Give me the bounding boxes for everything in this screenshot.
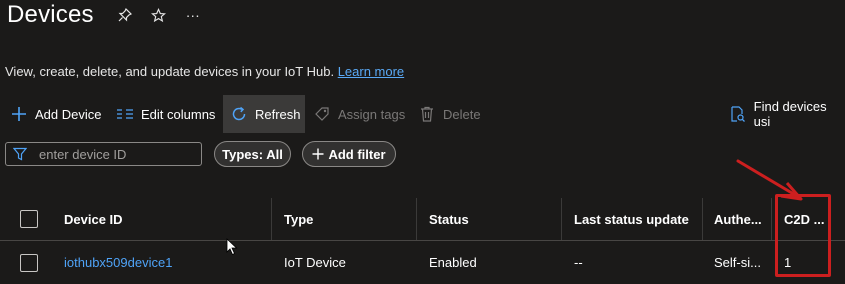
description-text: View, create, delete, and update devices… [5, 64, 335, 79]
refresh-label: Refresh [255, 106, 301, 122]
assign-tags-label: Assign tags [338, 106, 406, 122]
delete-button[interactable]: Delete [418, 95, 481, 133]
select-all-checkbox[interactable] [20, 210, 38, 228]
plus-icon [312, 148, 324, 160]
device-id-link[interactable]: iothubx509device1 [64, 241, 172, 284]
table-row[interactable]: iothubx509device1 IoT Device Enabled -- … [0, 241, 845, 284]
page-header: Devices ··· [7, 0, 204, 30]
add-device-label: Add Device [35, 106, 102, 122]
authentication-type: Self-si... [714, 255, 761, 270]
delete-label: Delete [443, 106, 481, 122]
column-header-status[interactable]: Status [429, 198, 469, 240]
add-filter-button[interactable]: Add filter [302, 141, 396, 167]
refresh-button[interactable]: Refresh [223, 95, 305, 133]
last-status-update: -- [574, 255, 583, 270]
assign-tags-button[interactable]: Assign tags [313, 95, 405, 133]
types-filter-pill[interactable]: Types: All [214, 141, 291, 167]
device-status: Enabled [429, 255, 477, 270]
learn-more-link[interactable]: Learn more [338, 64, 404, 79]
types-filter-label: Types: All [222, 146, 283, 162]
edit-columns-label: Edit columns [141, 106, 216, 122]
search-placeholder: enter device ID [39, 146, 127, 162]
column-header-device-id[interactable]: Device ID [64, 198, 123, 240]
add-device-button[interactable]: Add Device [10, 95, 101, 133]
filter-bar: enter device ID Types: All Add filter [0, 141, 845, 167]
device-id-search-input[interactable]: enter device ID [5, 142, 202, 166]
more-options-icon[interactable]: ··· [182, 4, 204, 26]
pin-icon[interactable] [114, 4, 136, 26]
column-header-last-status-update[interactable]: Last status update [574, 198, 689, 240]
command-bar: Add Device Edit columns Refresh Assign t… [0, 95, 845, 133]
device-type: IoT Device [284, 255, 346, 270]
edit-columns-button[interactable]: Edit columns [116, 95, 215, 133]
page-description: View, create, delete, and update devices… [5, 64, 404, 79]
filter-icon [12, 147, 28, 161]
trash-icon [418, 105, 436, 123]
title-actions: ··· [114, 4, 204, 26]
column-divider[interactable] [702, 198, 703, 240]
column-divider[interactable] [271, 198, 272, 240]
column-header-authentication[interactable]: Authe... [714, 198, 762, 240]
column-divider[interactable] [416, 198, 417, 240]
row-checkbox[interactable] [20, 254, 38, 272]
column-divider[interactable] [561, 198, 562, 240]
add-filter-label: Add filter [328, 146, 386, 162]
refresh-icon [230, 105, 248, 123]
columns-icon [116, 105, 134, 123]
mouse-cursor-icon [226, 238, 238, 256]
plus-icon [10, 105, 28, 123]
find-devices-label: Find devices usi [753, 99, 827, 129]
column-divider[interactable] [771, 198, 772, 240]
find-devices-icon [729, 105, 747, 123]
find-devices-button[interactable]: Find devices usi [729, 95, 845, 133]
c2d-column-highlight [775, 194, 831, 277]
table-header-row: Device ID Type Status Last status update… [0, 198, 845, 241]
column-header-type[interactable]: Type [284, 198, 313, 240]
tag-icon [313, 105, 331, 123]
page-title: Devices [7, 1, 94, 28]
star-icon[interactable] [148, 4, 170, 26]
